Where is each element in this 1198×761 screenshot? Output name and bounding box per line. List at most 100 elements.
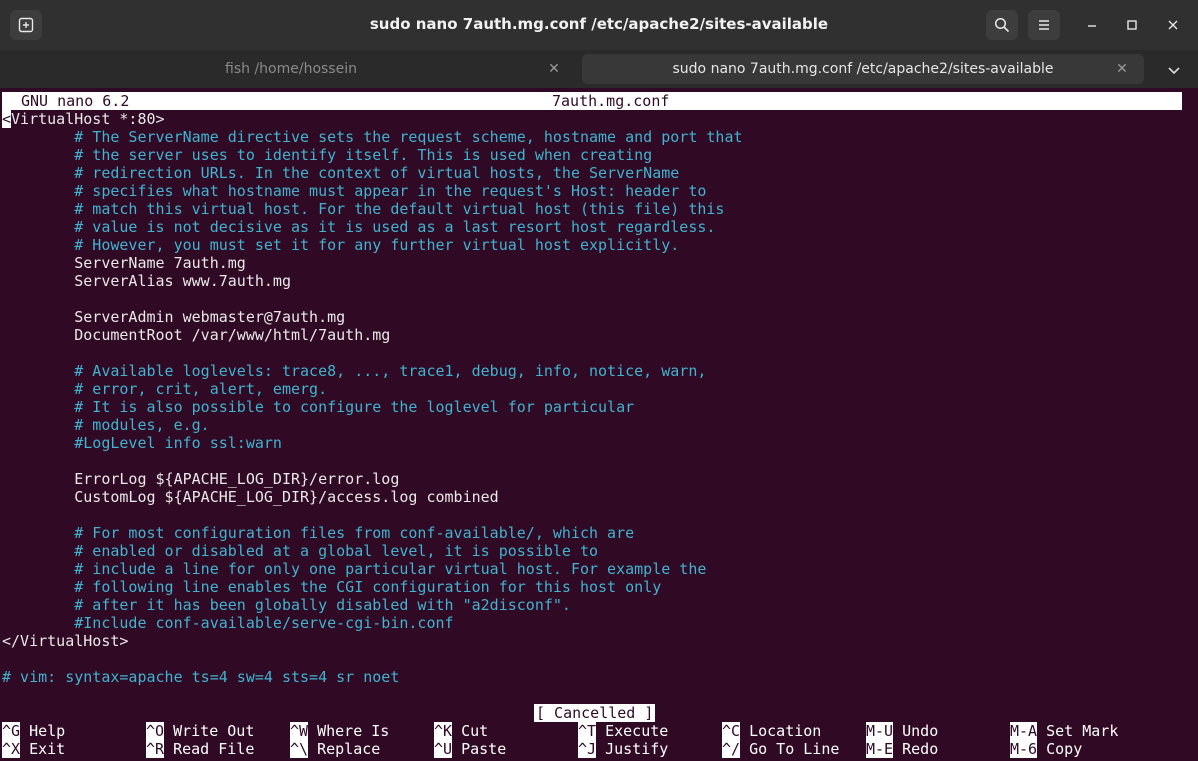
shortcut-label: Exit (20, 740, 66, 758)
shortcut-key: ^O (146, 722, 165, 740)
close-button[interactable] (1157, 10, 1189, 40)
code-text: VirtualHost *:80> (11, 110, 165, 128)
shortcut-replace[interactable]: ^\ Replace (290, 740, 380, 758)
code-line: ErrorLog ${APACHE_LOG_DIR}/error.log (2, 470, 400, 488)
shortcut-label: Help (20, 722, 66, 740)
search-icon (994, 17, 1010, 33)
code-line: ServerName 7auth.mg (2, 254, 246, 272)
close-icon (1167, 19, 1179, 31)
tab-label: sudo nano 7auth.mg.conf /etc/apache2/sit… (672, 61, 1054, 77)
code-line: #LogLevel info ssl:warn (2, 434, 282, 452)
title-bar: sudo nano 7auth.mg.conf /etc/apache2/sit… (0, 0, 1198, 50)
shortcut-label: Location (740, 722, 822, 740)
tab-close-icon[interactable]: ✕ (544, 54, 564, 84)
shortcut-label: Read File (164, 740, 255, 758)
nano-version: GNU nano 6.2 (21, 92, 130, 110)
code-line: ServerAdmin webmaster@7auth.mg (2, 308, 346, 326)
code-line: # Available loglevels: trace8, ..., trac… (2, 362, 707, 380)
nano-filename: 7auth.mg.conf (552, 92, 670, 110)
text-cursor: < (2, 110, 12, 128)
shortcut-label: Justify (596, 740, 669, 758)
code-line: # specifies what hostname must appear in… (2, 182, 707, 200)
shortcut-key: M-6 (1010, 740, 1038, 758)
status-message: [ Cancelled ] (534, 704, 656, 722)
shortcut-cut[interactable]: ^K Cut (434, 722, 488, 740)
code-line: # It is also possible to configure the l… (2, 398, 635, 416)
nano-header: GNU nano 6.2 7auth.mg.conf (2, 92, 1182, 110)
shortcut-set-mark[interactable]: M-A Set Mark (1010, 722, 1118, 740)
shortcut-label: Undo (893, 722, 939, 740)
code-line: ServerAlias www.7auth.mg (2, 272, 291, 290)
shortcut-key: M-U (866, 722, 894, 740)
code-line: # match this virtual host. For the defau… (2, 200, 725, 218)
shortcut-key: ^T (578, 722, 597, 740)
tab-nano[interactable]: sudo nano 7auth.mg.conf /etc/apache2/sit… (582, 54, 1144, 84)
shortcut-label: Copy (1037, 740, 1083, 758)
tab-label: fish /home/hossein (225, 61, 357, 77)
shortcut-label: Replace (308, 740, 381, 758)
shortcut-copy[interactable]: M-6 Copy (1010, 740, 1082, 758)
code-line: # include a line for only one particular… (2, 560, 707, 578)
maximize-button[interactable] (1116, 10, 1148, 40)
shortcut-key: ^W (290, 722, 309, 740)
shortcut-where-is[interactable]: ^W Where Is (290, 722, 389, 740)
code-line: # enabled or disabled at a global level,… (2, 542, 599, 560)
tab-bar: fish /home/hossein ✕ sudo nano 7auth.mg.… (0, 50, 1198, 88)
shortcut-paste[interactable]: ^U Paste (434, 740, 506, 758)
tab-dropdown-button[interactable] (1162, 60, 1186, 80)
code-line: CustomLog ${APACHE_LOG_DIR}/access.log c… (2, 488, 499, 506)
shortcut-label: Redo (893, 740, 939, 758)
shortcut-key: M-E (866, 740, 894, 758)
shortcut-key: ^\ (290, 740, 309, 758)
shortcut-read-file[interactable]: ^R Read File (146, 740, 254, 758)
minimize-button[interactable] (1076, 10, 1108, 40)
shortcut-redo[interactable]: M-E Redo (866, 740, 938, 758)
code-line: # For most configuration files from conf… (2, 524, 635, 542)
shortcut-label: Where Is (308, 722, 390, 740)
shortcut-go-to-line[interactable]: ^/ Go To Line (722, 740, 839, 758)
code-line: #Include conf-available/serve-cgi-bin.co… (2, 614, 454, 632)
shortcut-justify[interactable]: ^J Justify (578, 740, 668, 758)
nano-editor[interactable]: GNU nano 6.2 7auth.mg.conf <VirtualHost … (2, 92, 1196, 759)
shortcut-key: ^C (722, 722, 741, 740)
shortcut-label: Execute (596, 722, 669, 740)
shortcut-key: ^U (434, 740, 453, 758)
shortcut-key: ^/ (722, 740, 741, 758)
shortcut-label: Go To Line (740, 740, 840, 758)
window-title: sudo nano 7auth.mg.conf /etc/apache2/sit… (369, 15, 829, 33)
menu-button[interactable] (1028, 10, 1060, 40)
chevron-down-icon (1167, 65, 1181, 75)
tab-close-icon[interactable]: ✕ (1112, 54, 1132, 84)
code-line: # redirection URLs. In the context of vi… (2, 164, 680, 182)
code-line: # the server uses to identify itself. Th… (2, 146, 653, 164)
code-line: # However, you must set it for any furth… (2, 236, 680, 254)
search-button[interactable] (986, 10, 1018, 40)
terminal-window: sudo nano 7auth.mg.conf /etc/apache2/sit… (0, 0, 1198, 761)
code-line: # The ServerName directive sets the requ… (2, 128, 743, 146)
shortcut-key: ^G (2, 722, 21, 740)
code-line: # error, crit, alert, emerg. (2, 380, 328, 398)
shortcut-exit[interactable]: ^X Exit (2, 740, 65, 758)
code-line: <VirtualHost *:80> (2, 110, 165, 128)
maximize-icon (1126, 19, 1138, 31)
shortcut-label: Write Out (164, 722, 255, 740)
shortcut-location[interactable]: ^C Location (722, 722, 821, 740)
shortcut-undo[interactable]: M-U Undo (866, 722, 938, 740)
code-line: # vim: syntax=apache ts=4 sw=4 sts=4 sr … (2, 668, 400, 686)
shortcut-key: ^J (578, 740, 597, 758)
code-line: </VirtualHost> (2, 632, 129, 650)
shortcut-execute[interactable]: ^T Execute (578, 722, 668, 740)
minimize-icon (1086, 19, 1098, 31)
shortcut-key: ^R (146, 740, 165, 758)
code-line: # following line enables the CGI configu… (2, 578, 662, 596)
shortcut-write-out[interactable]: ^O Write Out (146, 722, 254, 740)
shortcut-key: ^X (2, 740, 21, 758)
tab-fish[interactable]: fish /home/hossein ✕ (4, 54, 578, 84)
code-line: # value is not decisive as it is used as… (2, 218, 716, 236)
code-line: # modules, e.g. (2, 416, 210, 434)
hamburger-menu-icon (1037, 18, 1051, 32)
shortcut-help[interactable]: ^G Help (2, 722, 65, 740)
code-line: DocumentRoot /var/www/html/7auth.mg (2, 326, 391, 344)
shortcut-label: Cut (452, 722, 489, 740)
shortcut-label: Set Mark (1037, 722, 1119, 740)
